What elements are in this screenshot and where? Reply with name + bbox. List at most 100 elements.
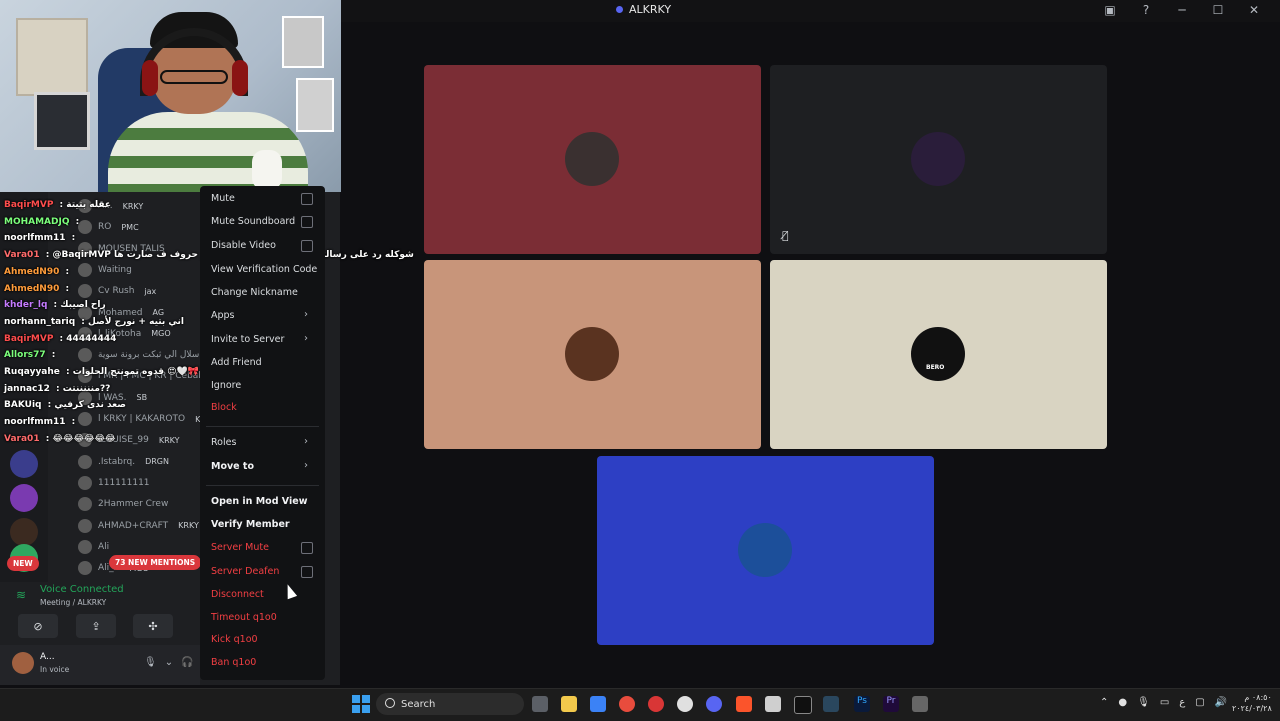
close-icon[interactable]: ✕: [1246, 3, 1262, 17]
steam-app-icon[interactable]: [823, 696, 839, 712]
taskbar-search[interactable]: Search: [376, 693, 524, 715]
menu-item-move-to[interactable]: Move to: [211, 461, 254, 472]
chat-separator: :: [68, 233, 76, 244]
video-tile[interactable]: [424, 65, 761, 254]
menu-item-disconnect[interactable]: Disconnect: [211, 589, 264, 600]
video-tile[interactable]: [424, 260, 761, 449]
display-icon[interactable]: ▢: [1195, 697, 1204, 708]
photoshop-icon[interactable]: Ps: [854, 696, 870, 712]
microphone-icon[interactable]: 🎙: [144, 657, 157, 668]
premiere-icon[interactable]: Pr: [883, 696, 899, 712]
menu-item-open-in-mod-view[interactable]: Open in Mod View: [211, 496, 307, 507]
maximize-icon[interactable]: ☐: [1210, 3, 1226, 17]
voice-status[interactable]: Voice Connected: [40, 584, 124, 595]
webcam-overlay: [0, 0, 341, 192]
wall-plaque-dark: [34, 92, 90, 150]
voice-member[interactable]: l KRKY | KAKAROTOKR: [78, 409, 206, 429]
menu-item-apps[interactable]: Apps: [211, 310, 235, 321]
menu-item-kick[interactable]: Kick q1o0: [211, 634, 258, 645]
menu-item-ban[interactable]: Ban q1o0: [211, 657, 256, 668]
voice-member[interactable]: Cv Rush jax: [78, 281, 156, 301]
file-explorer-icon[interactable]: [561, 696, 577, 712]
menu-item-mute[interactable]: Mute: [211, 193, 235, 204]
server-mute-checkbox[interactable]: [301, 542, 313, 554]
voice-member[interactable]: .Istabrq. DRGN: [78, 452, 169, 472]
member-tag: KRKY: [122, 201, 144, 211]
video-tile[interactable]: [597, 456, 934, 645]
app-icon[interactable]: [765, 696, 781, 712]
voice-member[interactable]: Ali: [78, 537, 119, 557]
chat-message: BaqirMVP : عقله بتيتة: [4, 200, 111, 210]
app-icon[interactable]: [648, 696, 664, 712]
chat-separator: :: [42, 433, 53, 444]
video-tile[interactable]: [770, 260, 1107, 449]
voice-member[interactable]: 111111111: [78, 473, 160, 493]
video-tile[interactable]: [770, 65, 1107, 254]
windows-start-icon[interactable]: [352, 695, 370, 713]
minimize-icon[interactable]: ─: [1174, 3, 1190, 17]
language-indicator[interactable]: ع: [1179, 697, 1185, 708]
new-mentions-badge[interactable]: 73 NEW MENTIONS: [109, 555, 202, 570]
member-tag: KRKY: [158, 435, 180, 445]
menu-item-timeout[interactable]: Timeout q1o0: [211, 612, 277, 623]
server-icon[interactable]: [10, 450, 38, 478]
voice-member[interactable]: سلال الي ثبكت برونة سوية: [78, 345, 209, 365]
clock[interactable]: ٠٨:٥٠ م ٢٠٢٤/٠٣/٢٨: [1232, 692, 1272, 714]
capcut-icon[interactable]: [794, 696, 812, 714]
app-icon[interactable]: [912, 696, 928, 712]
app-tray-icon[interactable]: ●: [1118, 697, 1127, 708]
help-icon[interactable]: ?: [1138, 3, 1154, 17]
menu-item-roles[interactable]: Roles: [211, 437, 236, 448]
chat-text: اني بتيه + نورج لأصل: [88, 316, 184, 327]
menu-item-add-friend[interactable]: Add Friend: [211, 357, 262, 368]
menu-item-block[interactable]: Block: [211, 402, 237, 413]
brave-icon[interactable]: [736, 696, 752, 712]
chat-message: noorlfmm11 :: [4, 417, 75, 427]
screen-share-icon[interactable]: ▣: [1102, 3, 1118, 17]
server-icon[interactable]: [10, 518, 38, 546]
voice-channel[interactable]: Meeting / ALKRKY: [40, 598, 106, 607]
server-deafen-checkbox[interactable]: [301, 566, 313, 578]
menu-item-mute-soundboard[interactable]: Mute Soundboard: [211, 216, 295, 227]
volume-icon[interactable]: 🔊: [1215, 697, 1227, 708]
discord-icon[interactable]: [706, 696, 722, 712]
menu-item-ignore[interactable]: Ignore: [211, 380, 241, 391]
screen-share-button[interactable]: ⇪: [76, 614, 116, 638]
menu-item-invite-to-server[interactable]: Invite to Server: [211, 334, 284, 345]
activities-button[interactable]: ✣: [133, 614, 173, 638]
menu-item-disable-video[interactable]: Disable Video: [211, 240, 276, 251]
chat-text: منننننتت??: [62, 383, 111, 394]
avatar: [78, 262, 92, 277]
chat-username: norhann_tariq: [4, 316, 76, 327]
battery-icon[interactable]: ▭: [1160, 697, 1169, 708]
microphone-icon[interactable]: 🎙: [1137, 697, 1150, 708]
menu-item-view-verification-code[interactable]: View Verification Code: [211, 264, 317, 275]
menu-item-server-mute[interactable]: Server Mute: [211, 542, 269, 553]
menu-item-change-nickname[interactable]: Change Nickname: [211, 287, 298, 298]
voice-member[interactable]: AHMAD+CRAFT KRKY: [78, 516, 199, 536]
menu-item-server-deafen[interactable]: Server Deafen: [211, 566, 279, 577]
chrome-icon[interactable]: [619, 696, 635, 712]
steam-icon[interactable]: [677, 696, 693, 712]
avatar: [78, 412, 92, 426]
server-icon[interactable]: [10, 484, 38, 512]
mute-soundboard-checkbox[interactable]: [301, 216, 313, 228]
voice-member[interactable]: 2Hammer Crew: [78, 494, 178, 514]
mute-checkbox[interactable]: [301, 193, 313, 205]
avatar[interactable]: [12, 652, 34, 674]
store-icon[interactable]: [590, 696, 606, 712]
chat-text: قدوه تمونتج الحلوات 😍🤍🎀: [72, 367, 199, 377]
new-badge[interactable]: NEW: [7, 556, 39, 571]
task-view-icon[interactable]: [532, 696, 548, 712]
chevron-up-icon[interactable]: ⌃: [1100, 697, 1108, 708]
voice-member[interactable]: RO PMC: [78, 217, 139, 237]
menu-item-verify-member[interactable]: Verify Member: [211, 519, 290, 530]
voice-member[interactable]: Waiting: [78, 260, 142, 280]
headphones-icon[interactable]: 🎧: [181, 657, 193, 668]
menu-divider: [206, 485, 319, 486]
disable-video-checkbox[interactable]: [301, 240, 313, 252]
chevron-down-icon[interactable]: ⌄: [165, 657, 173, 668]
camera-off-button[interactable]: ⊘: [18, 614, 58, 638]
chevron-right-icon: ›: [304, 460, 308, 471]
chat-username: Vara01: [4, 250, 40, 261]
